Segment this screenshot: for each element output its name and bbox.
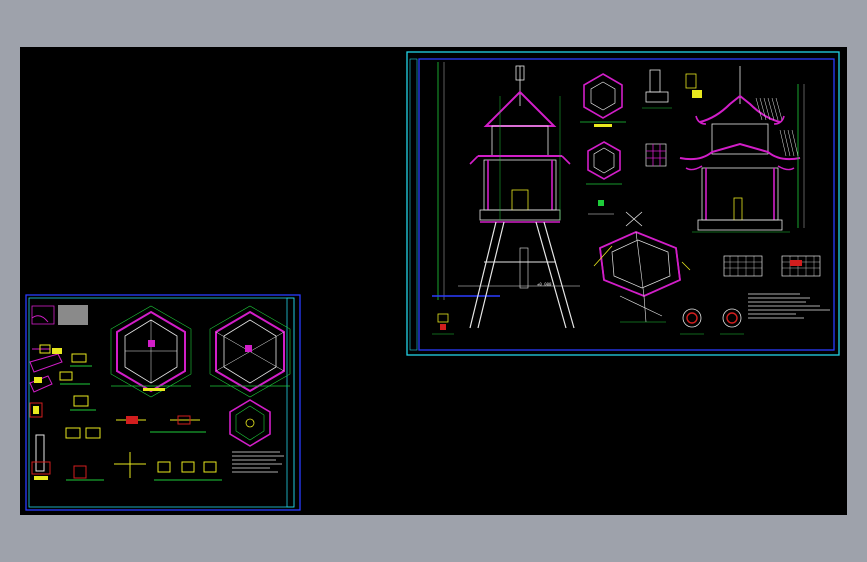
right-sheet-binding-strip	[409, 58, 418, 351]
left-notes-block	[232, 451, 284, 473]
right-notes-block	[748, 293, 830, 319]
section-details	[588, 69, 702, 227]
detail-box	[31, 305, 55, 325]
right-sheet-legend	[432, 313, 454, 335]
right-drawing-sheet: ±0.000	[406, 51, 840, 356]
cad-viewport[interactable]: ±0.000	[0, 0, 867, 562]
ceiling-plan-hexagon	[586, 141, 622, 185]
left-drawing-sheet	[25, 294, 301, 511]
hexagon-plan-3	[229, 399, 271, 447]
axonometric-structure	[593, 231, 691, 323]
left-sheet-title-strip	[286, 297, 295, 508]
detail-fragments	[29, 344, 222, 481]
roof-plan-hexagon	[580, 73, 626, 127]
cad-drawing: ±0.000	[25, 51, 840, 511]
hexagon-plan-2	[209, 305, 291, 398]
left-sheet-label-block	[58, 305, 88, 325]
vertical-dimension-ruler	[432, 62, 500, 300]
pavilion-elevation-left: ±0.000	[458, 65, 580, 329]
svg-text:±0.000: ±0.000	[537, 282, 552, 287]
detail-curve	[31, 315, 49, 323]
circular-details	[680, 308, 744, 335]
tile-hatch-details	[723, 255, 821, 277]
hexagon-plan-1	[110, 305, 192, 398]
